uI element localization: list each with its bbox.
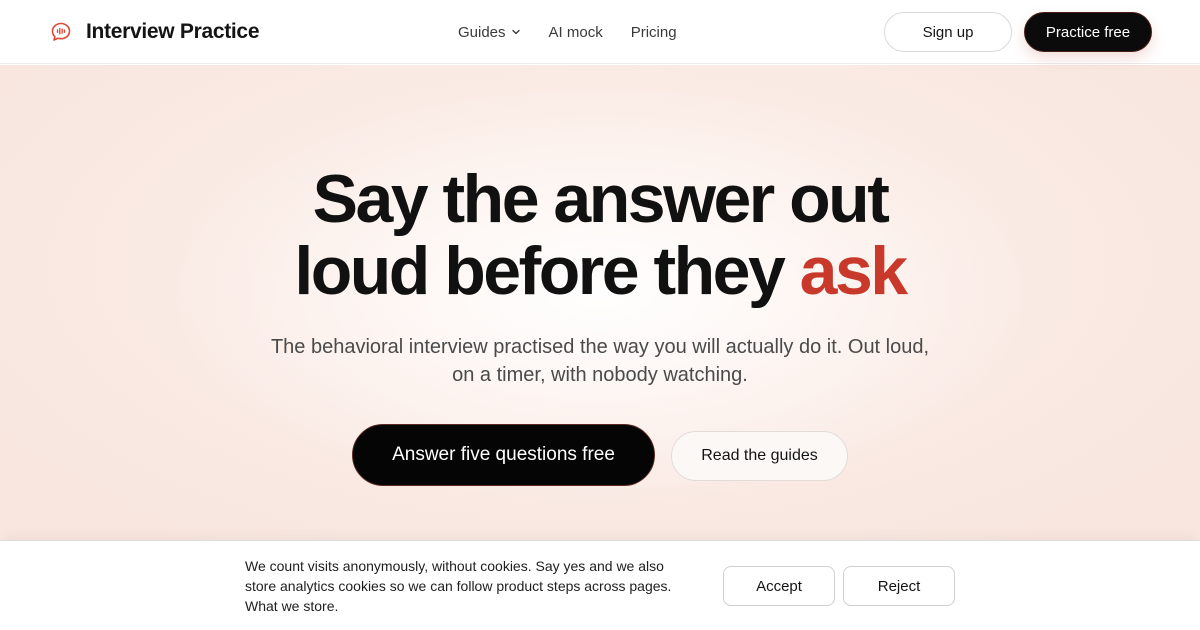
site-header: Interview Practice Guides AI mock Pricin… bbox=[0, 0, 1200, 64]
answer-five-questions-button[interactable]: Answer five questions free bbox=[352, 424, 655, 486]
nav-item-pricing[interactable]: Pricing bbox=[631, 24, 677, 41]
speech-bubble-waveform-icon bbox=[51, 22, 71, 41]
nav-item-label: Guides bbox=[458, 23, 506, 41]
hero-headline: Say the answer out loud before they ask bbox=[0, 163, 1200, 307]
sign-up-button[interactable]: Sign up bbox=[884, 12, 1012, 52]
nav-item-guides[interactable]: Guides bbox=[458, 24, 521, 41]
cookie-banner: We count visits anonymously, without coo… bbox=[0, 540, 1200, 630]
brand-name: Interview Practice bbox=[86, 20, 260, 43]
subheading-line-1: The behavioral interview practised the w… bbox=[270, 336, 930, 358]
nav-item-label: Pricing bbox=[630, 23, 677, 41]
practice-free-button[interactable]: Practice free bbox=[1024, 12, 1152, 52]
what-we-store-link[interactable]: What we store. bbox=[245, 596, 705, 616]
cookie-text-line-2: store analytics cookies so we can follow… bbox=[245, 578, 672, 594]
brand-logo-link[interactable]: Interview Practice bbox=[50, 18, 260, 46]
cookie-text-line-1: We count visits anonymously, without coo… bbox=[245, 558, 664, 574]
headline-accent-word: ask bbox=[799, 233, 908, 309]
hero-subheading: The behavioral interview practised the w… bbox=[250, 333, 950, 389]
main-nav: Guides AI mock Pricing bbox=[458, 20, 677, 44]
headline-line-2-text: loud before they bbox=[294, 233, 800, 309]
subheading-line-2: on a timer, with nobody watching. bbox=[452, 364, 748, 386]
reject-cookies-button[interactable]: Reject bbox=[843, 566, 955, 606]
headline-line-1: Say the answer out bbox=[312, 161, 890, 237]
chevron-down-icon bbox=[511, 29, 520, 35]
nav-item-label: AI mock bbox=[548, 23, 603, 41]
cookie-message: We count visits anonymously, without coo… bbox=[245, 556, 705, 616]
nav-item-ai-mock[interactable]: AI mock bbox=[549, 24, 603, 41]
read-guides-button[interactable]: Read the guides bbox=[671, 431, 848, 481]
headline-line-2: loud before they ask bbox=[0, 235, 1200, 307]
accept-cookies-button[interactable]: Accept bbox=[723, 566, 835, 606]
hero-section: Say the answer out loud before they ask … bbox=[0, 65, 1200, 540]
